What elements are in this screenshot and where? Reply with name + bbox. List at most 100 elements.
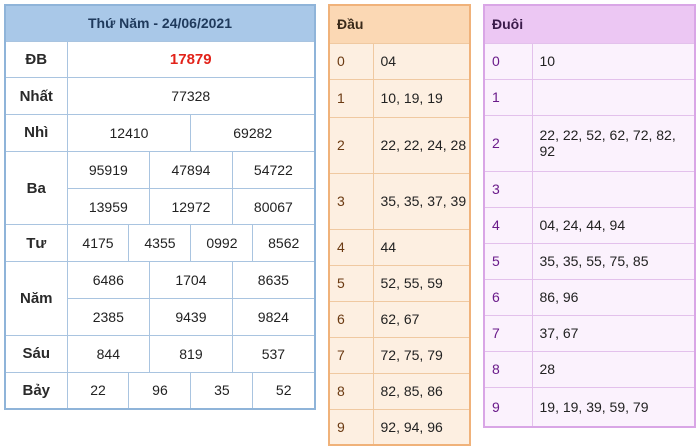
duoi-digit: 6 [483, 278, 533, 316]
label-bay: Bảy [4, 371, 68, 410]
row-bay: Bảy 22 96 35 52 [4, 371, 316, 410]
duoi-digit: 1 [483, 78, 533, 116]
duoi-digit: 0 [483, 42, 533, 80]
prize-nhat-value: 77328 [66, 77, 316, 116]
duoi-row: 8 28 [483, 350, 696, 388]
dau-row: 1 10, 19, 19 [328, 78, 471, 118]
duoi-row: 2 22, 22, 52, 62, 72, 82, 92 [483, 114, 696, 172]
prize-ba-value: 80067 [231, 187, 316, 226]
duoi-header: Đuôi [483, 4, 696, 44]
dau-row: 2 22, 22, 24, 28 [328, 116, 471, 174]
dau-digit: 8 [328, 372, 374, 410]
duoi-table: Đuôi 0 10 1 2 22, 22, 52, 62, 72, 82, 92 3 4 04… [483, 4, 696, 428]
label-nhat: Nhất [4, 77, 68, 116]
row-sau: Sáu 844 819 537 [4, 334, 316, 373]
row-nam: Năm 6486 1704 8635 [4, 261, 316, 336]
row-ba: Ba 95919 47894 54722 [4, 150, 316, 226]
dau-digit: 9 [328, 408, 374, 446]
row-db: ĐB 17879 [4, 40, 316, 79]
dau-values: 82, 85, 86 [372, 372, 471, 410]
dau-digit: 6 [328, 300, 374, 338]
duoi-digit: 8 [483, 350, 533, 388]
prize-bay-value: 52 [252, 371, 316, 410]
dau-values: 04 [372, 42, 471, 80]
duoi-digit: 7 [483, 314, 533, 352]
label-ba: Ba [4, 150, 68, 226]
prize-bay-value: 96 [128, 371, 192, 410]
dau-row: 6 62, 67 [328, 300, 471, 338]
label-nam: Năm [4, 261, 68, 336]
prize-sau-value: 844 [66, 334, 151, 373]
prize-nam-value: 1704 [149, 261, 233, 300]
dau-row: 5 52, 55, 59 [328, 264, 471, 302]
dau-row: 0 04 [328, 42, 471, 80]
dau-row: 4 44 [328, 228, 471, 266]
dau-digit: 3 [328, 172, 374, 230]
dau-row: 7 72, 75, 79 [328, 336, 471, 374]
prize-nam-value: 9439 [149, 298, 233, 336]
prize-nhi-value: 69282 [190, 114, 316, 152]
prize-bay-value: 22 [66, 371, 130, 410]
dau-digit: 2 [328, 116, 374, 174]
prize-sau-value: 819 [149, 334, 233, 373]
prize-tu-value: 4355 [128, 224, 192, 263]
dau-header: Đầu [328, 4, 471, 44]
prize-ba-value: 13959 [66, 187, 151, 226]
prize-ba-value: 95919 [66, 150, 151, 189]
duoi-row: 9 19, 19, 39, 59, 79 [483, 386, 696, 428]
duoi-row: 0 10 [483, 42, 696, 80]
dau-values: 44 [372, 228, 471, 266]
dau-digit: 4 [328, 228, 374, 266]
prize-tu-value: 0992 [190, 224, 254, 263]
label-db: ĐB [4, 40, 68, 79]
duoi-row: 6 86, 96 [483, 278, 696, 316]
row-nhat: Nhất 77328 [4, 77, 316, 116]
prize-nam-value: 2385 [66, 298, 151, 336]
dau-row: 8 82, 85, 86 [328, 372, 471, 410]
dau-values: 35, 35, 37, 39 [372, 172, 471, 230]
prize-bay-value: 35 [190, 371, 254, 410]
prize-db-value: 17879 [66, 40, 316, 79]
dau-values: 10, 19, 19 [372, 78, 471, 118]
duoi-values [531, 170, 696, 208]
duoi-values: 37, 67 [531, 314, 696, 352]
duoi-row: 1 [483, 78, 696, 116]
dau-values: 62, 67 [372, 300, 471, 338]
duoi-values: 28 [531, 350, 696, 388]
dau-digit: 0 [328, 42, 374, 80]
dau-values: 22, 22, 24, 28 [372, 116, 471, 174]
dau-table: Đầu 0 04 1 10, 19, 19 2 22, 22, 24, 28 3 35, 35… [328, 4, 471, 446]
row-nhi: Nhì 12410 69282 [4, 114, 316, 152]
dau-values: 52, 55, 59 [372, 264, 471, 302]
prize-nhi-value: 12410 [66, 114, 192, 152]
duoi-values [531, 78, 696, 116]
label-tu: Tư [4, 224, 68, 263]
duoi-values: 22, 22, 52, 62, 72, 82, 92 [531, 114, 696, 172]
prize-tu-value: 8562 [252, 224, 316, 263]
dau-values: 92, 94, 96 [372, 408, 471, 446]
duoi-digit: 9 [483, 386, 533, 428]
prize-tu-value: 4175 [66, 224, 130, 263]
prize-nam-value: 6486 [66, 261, 151, 300]
prize-nam-value: 8635 [231, 261, 316, 300]
results-title: Thứ Năm - 24/06/2021 [4, 4, 316, 42]
duoi-digit: 4 [483, 206, 533, 244]
prize-ba-value: 54722 [231, 150, 316, 189]
duoi-values: 35, 35, 55, 75, 85 [531, 242, 696, 280]
duoi-row: 5 35, 35, 55, 75, 85 [483, 242, 696, 280]
dau-digit: 1 [328, 78, 374, 118]
dau-digit: 5 [328, 264, 374, 302]
duoi-digit: 3 [483, 170, 533, 208]
duoi-digit: 2 [483, 114, 533, 172]
prize-ba-value: 12972 [149, 187, 233, 226]
prize-ba-value: 47894 [149, 150, 233, 189]
duoi-digit: 5 [483, 242, 533, 280]
duoi-values: 04, 24, 44, 94 [531, 206, 696, 244]
label-sau: Sáu [4, 334, 68, 373]
prize-nam-value: 9824 [231, 298, 316, 336]
dau-row: 3 35, 35, 37, 39 [328, 172, 471, 230]
dau-digit: 7 [328, 336, 374, 374]
duoi-row: 3 [483, 170, 696, 208]
duoi-row: 7 37, 67 [483, 314, 696, 352]
duoi-values: 10 [531, 42, 696, 80]
